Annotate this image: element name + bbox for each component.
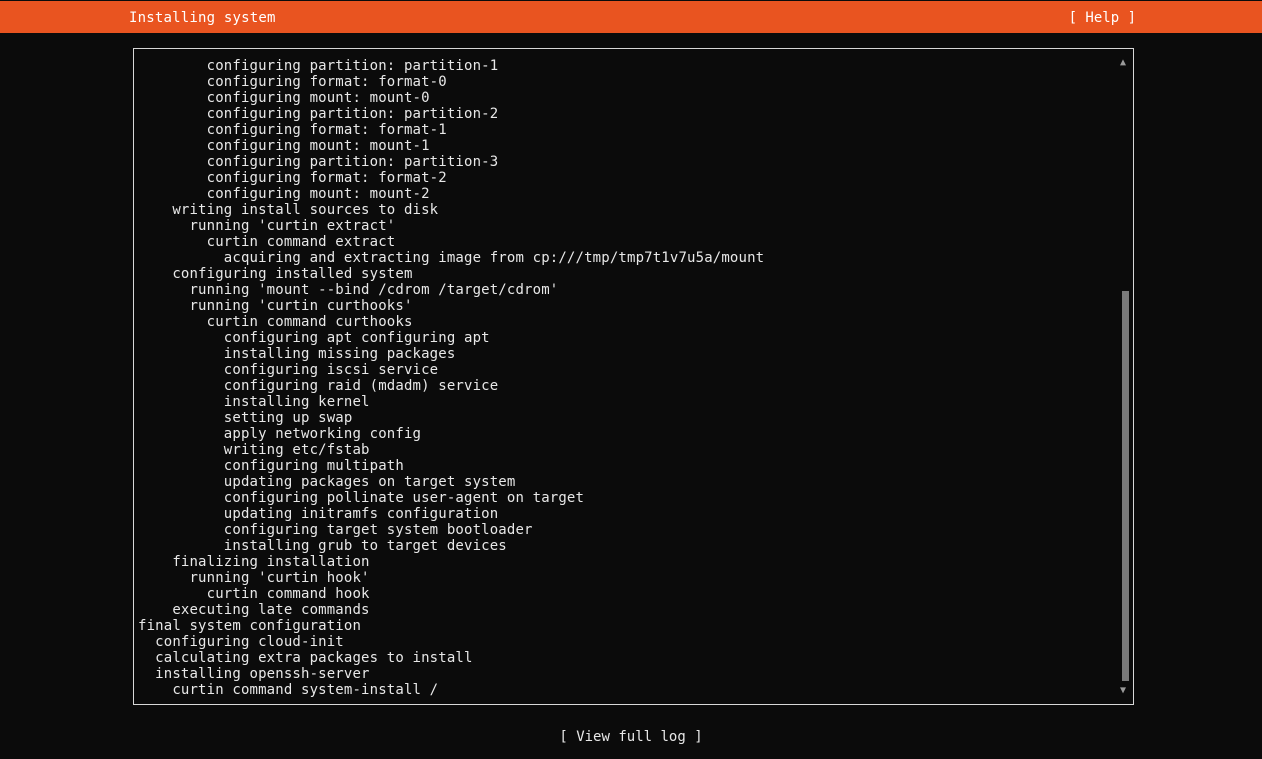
scrollbar-track[interactable]	[1122, 71, 1129, 681]
log-line: installing openssh-server	[138, 666, 370, 682]
log-line: acquiring and extracting image from cp:/…	[138, 250, 765, 266]
help-button[interactable]: [ Help ]	[1069, 10, 1136, 26]
view-log-row: [ View full log ]	[0, 729, 1262, 745]
log-line: configuring format: format-1	[138, 122, 447, 138]
log-line: installing kernel	[138, 394, 370, 410]
log-line: curtin command curthooks	[138, 314, 413, 330]
log-line: installing grub to target devices	[138, 538, 507, 554]
log-line: running 'curtin extract'	[138, 218, 396, 234]
log-line: configuring raid (mdadm) service	[138, 378, 499, 394]
installer-screen: Installing system [ Help ] configuring p…	[0, 0, 1262, 759]
log-line: configuring installed system	[138, 266, 413, 282]
log-line: finalizing installation	[138, 554, 370, 570]
install-log-list: configuring partition: partition-1 confi…	[138, 58, 764, 698]
log-line: configuring mount: mount-0	[138, 90, 430, 106]
log-line: configuring partition: partition-1	[138, 58, 499, 74]
scroll-up-arrow-icon[interactable]: ▲	[1120, 57, 1126, 69]
log-line: running 'curtin curthooks'	[138, 298, 413, 314]
log-line: setting up swap	[138, 410, 353, 426]
log-line: configuring format: format-2	[138, 170, 447, 186]
log-line: configuring iscsi service	[138, 362, 439, 378]
log-line: configuring multipath	[138, 458, 404, 474]
log-line: executing late commands	[138, 602, 370, 618]
view-full-log-button[interactable]: [ View full log ]	[559, 729, 702, 745]
log-line: writing etc/fstab	[138, 442, 370, 458]
log-line: configuring target system bootloader	[138, 522, 533, 538]
log-line: curtin command extract	[138, 234, 396, 250]
log-line: configuring cloud-init	[138, 634, 344, 650]
log-line: running 'mount --bind /cdrom /target/cdr…	[138, 282, 559, 298]
log-line: configuring partition: partition-3	[138, 154, 499, 170]
log-line: configuring mount: mount-2	[138, 186, 430, 202]
log-line: updating packages on target system	[138, 474, 516, 490]
log-line: configuring partition: partition-2	[138, 106, 499, 122]
log-line: curtin command system-install /	[138, 682, 439, 698]
log-line: installing missing packages	[138, 346, 456, 362]
log-line: updating initramfs configuration	[138, 506, 499, 522]
log-line: apply networking config	[138, 426, 422, 442]
log-scrollbar[interactable]: ▲ ▼	[1117, 57, 1131, 697]
log-line: configuring apt configuring apt	[138, 330, 490, 346]
log-line: calculating extra packages to install	[138, 650, 473, 666]
log-line: configuring mount: mount-1	[138, 138, 430, 154]
scrollbar-thumb[interactable]	[1122, 290, 1129, 681]
log-line: configuring pollinate user-agent on targ…	[138, 490, 585, 506]
log-line: writing install sources to disk	[138, 202, 439, 218]
log-line: running 'curtin hook'	[138, 570, 370, 586]
log-line: configuring format: format-0	[138, 74, 447, 90]
scroll-down-arrow-icon[interactable]: ▼	[1120, 685, 1126, 697]
page-title: Installing system	[129, 10, 276, 26]
log-line: final system configuration	[138, 618, 362, 634]
header-bar: Installing system [ Help ]	[0, 1, 1262, 33]
log-line: curtin command hook	[138, 586, 370, 602]
install-log-panel[interactable]: configuring partition: partition-1 confi…	[133, 48, 1134, 705]
